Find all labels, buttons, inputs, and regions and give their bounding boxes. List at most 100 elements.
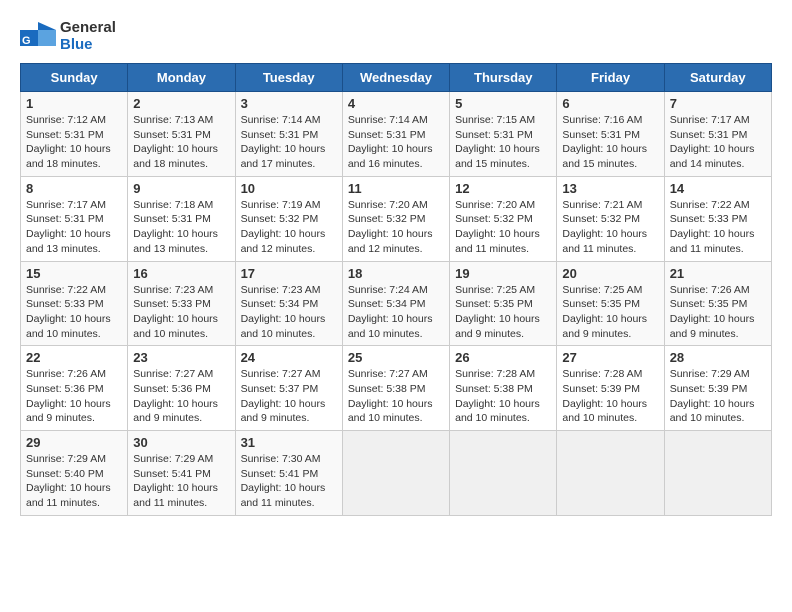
calendar-cell: 14 Sunrise: 7:22 AM Sunset: 5:33 PM Dayl… (664, 176, 771, 261)
calendar-table: SundayMondayTuesdayWednesdayThursdayFrid… (20, 63, 772, 516)
day-info: Sunrise: 7:22 AM Sunset: 5:33 PM Dayligh… (26, 283, 122, 342)
calendar-cell: 24 Sunrise: 7:27 AM Sunset: 5:37 PM Dayl… (235, 346, 342, 431)
day-info: Sunrise: 7:27 AM Sunset: 5:37 PM Dayligh… (241, 367, 337, 426)
calendar-cell: 11 Sunrise: 7:20 AM Sunset: 5:32 PM Dayl… (342, 176, 449, 261)
calendar-cell (450, 431, 557, 516)
logo: G General Blue (20, 20, 116, 53)
day-info: Sunrise: 7:26 AM Sunset: 5:36 PM Dayligh… (26, 367, 122, 426)
day-number: 7 (670, 96, 766, 111)
calendar-cell: 4 Sunrise: 7:14 AM Sunset: 5:31 PM Dayli… (342, 92, 449, 177)
day-number: 4 (348, 96, 444, 111)
day-number: 3 (241, 96, 337, 111)
logo-general: General (60, 20, 116, 37)
day-info: Sunrise: 7:19 AM Sunset: 5:32 PM Dayligh… (241, 198, 337, 257)
calendar-cell: 7 Sunrise: 7:17 AM Sunset: 5:31 PM Dayli… (664, 92, 771, 177)
day-info: Sunrise: 7:27 AM Sunset: 5:36 PM Dayligh… (133, 367, 229, 426)
day-number: 28 (670, 350, 766, 365)
day-number: 20 (562, 266, 658, 281)
calendar-cell: 27 Sunrise: 7:28 AM Sunset: 5:39 PM Dayl… (557, 346, 664, 431)
weekday-header-thursday: Thursday (450, 64, 557, 92)
calendar-cell: 23 Sunrise: 7:27 AM Sunset: 5:36 PM Dayl… (128, 346, 235, 431)
calendar-body: 1 Sunrise: 7:12 AM Sunset: 5:31 PM Dayli… (21, 92, 772, 516)
day-number: 25 (348, 350, 444, 365)
calendar-week-4: 22 Sunrise: 7:26 AM Sunset: 5:36 PM Dayl… (21, 346, 772, 431)
day-number: 30 (133, 435, 229, 450)
logo-icon: G (20, 22, 56, 52)
day-number: 2 (133, 96, 229, 111)
calendar-cell: 31 Sunrise: 7:30 AM Sunset: 5:41 PM Dayl… (235, 431, 342, 516)
day-number: 18 (348, 266, 444, 281)
calendar-cell: 2 Sunrise: 7:13 AM Sunset: 5:31 PM Dayli… (128, 92, 235, 177)
calendar-cell: 19 Sunrise: 7:25 AM Sunset: 5:35 PM Dayl… (450, 261, 557, 346)
day-number: 27 (562, 350, 658, 365)
weekday-header-monday: Monday (128, 64, 235, 92)
day-info: Sunrise: 7:29 AM Sunset: 5:41 PM Dayligh… (133, 452, 229, 511)
day-info: Sunrise: 7:23 AM Sunset: 5:34 PM Dayligh… (241, 283, 337, 342)
day-info: Sunrise: 7:22 AM Sunset: 5:33 PM Dayligh… (670, 198, 766, 257)
day-number: 15 (26, 266, 122, 281)
day-number: 22 (26, 350, 122, 365)
calendar-cell: 16 Sunrise: 7:23 AM Sunset: 5:33 PM Dayl… (128, 261, 235, 346)
calendar-cell: 25 Sunrise: 7:27 AM Sunset: 5:38 PM Dayl… (342, 346, 449, 431)
calendar-cell: 20 Sunrise: 7:25 AM Sunset: 5:35 PM Dayl… (557, 261, 664, 346)
day-number: 11 (348, 181, 444, 196)
calendar-week-1: 1 Sunrise: 7:12 AM Sunset: 5:31 PM Dayli… (21, 92, 772, 177)
calendar-cell: 29 Sunrise: 7:29 AM Sunset: 5:40 PM Dayl… (21, 431, 128, 516)
calendar-week-3: 15 Sunrise: 7:22 AM Sunset: 5:33 PM Dayl… (21, 261, 772, 346)
day-number: 13 (562, 181, 658, 196)
calendar-cell (664, 431, 771, 516)
day-info: Sunrise: 7:26 AM Sunset: 5:35 PM Dayligh… (670, 283, 766, 342)
weekday-header-friday: Friday (557, 64, 664, 92)
day-info: Sunrise: 7:17 AM Sunset: 5:31 PM Dayligh… (670, 113, 766, 172)
day-info: Sunrise: 7:30 AM Sunset: 5:41 PM Dayligh… (241, 452, 337, 511)
day-number: 31 (241, 435, 337, 450)
page-header: G General Blue (20, 20, 772, 53)
day-info: Sunrise: 7:23 AM Sunset: 5:33 PM Dayligh… (133, 283, 229, 342)
calendar-cell: 3 Sunrise: 7:14 AM Sunset: 5:31 PM Dayli… (235, 92, 342, 177)
calendar-cell: 17 Sunrise: 7:23 AM Sunset: 5:34 PM Dayl… (235, 261, 342, 346)
day-number: 5 (455, 96, 551, 111)
day-number: 8 (26, 181, 122, 196)
calendar-cell: 28 Sunrise: 7:29 AM Sunset: 5:39 PM Dayl… (664, 346, 771, 431)
day-number: 23 (133, 350, 229, 365)
calendar-cell: 15 Sunrise: 7:22 AM Sunset: 5:33 PM Dayl… (21, 261, 128, 346)
day-number: 26 (455, 350, 551, 365)
weekday-header-wednesday: Wednesday (342, 64, 449, 92)
calendar-cell: 5 Sunrise: 7:15 AM Sunset: 5:31 PM Dayli… (450, 92, 557, 177)
calendar-cell: 12 Sunrise: 7:20 AM Sunset: 5:32 PM Dayl… (450, 176, 557, 261)
day-info: Sunrise: 7:28 AM Sunset: 5:38 PM Dayligh… (455, 367, 551, 426)
day-info: Sunrise: 7:14 AM Sunset: 5:31 PM Dayligh… (241, 113, 337, 172)
day-info: Sunrise: 7:15 AM Sunset: 5:31 PM Dayligh… (455, 113, 551, 172)
calendar-cell: 18 Sunrise: 7:24 AM Sunset: 5:34 PM Dayl… (342, 261, 449, 346)
day-number: 9 (133, 181, 229, 196)
day-number: 21 (670, 266, 766, 281)
day-info: Sunrise: 7:18 AM Sunset: 5:31 PM Dayligh… (133, 198, 229, 257)
calendar-cell: 30 Sunrise: 7:29 AM Sunset: 5:41 PM Dayl… (128, 431, 235, 516)
day-number: 6 (562, 96, 658, 111)
weekday-header-sunday: Sunday (21, 64, 128, 92)
day-info: Sunrise: 7:20 AM Sunset: 5:32 PM Dayligh… (455, 198, 551, 257)
calendar-cell: 8 Sunrise: 7:17 AM Sunset: 5:31 PM Dayli… (21, 176, 128, 261)
day-info: Sunrise: 7:14 AM Sunset: 5:31 PM Dayligh… (348, 113, 444, 172)
day-info: Sunrise: 7:12 AM Sunset: 5:31 PM Dayligh… (26, 113, 122, 172)
calendar-cell: 21 Sunrise: 7:26 AM Sunset: 5:35 PM Dayl… (664, 261, 771, 346)
day-info: Sunrise: 7:16 AM Sunset: 5:31 PM Dayligh… (562, 113, 658, 172)
day-number: 29 (26, 435, 122, 450)
day-info: Sunrise: 7:13 AM Sunset: 5:31 PM Dayligh… (133, 113, 229, 172)
day-info: Sunrise: 7:24 AM Sunset: 5:34 PM Dayligh… (348, 283, 444, 342)
calendar-week-2: 8 Sunrise: 7:17 AM Sunset: 5:31 PM Dayli… (21, 176, 772, 261)
svg-text:G: G (22, 35, 31, 47)
calendar-cell: 13 Sunrise: 7:21 AM Sunset: 5:32 PM Dayl… (557, 176, 664, 261)
day-info: Sunrise: 7:20 AM Sunset: 5:32 PM Dayligh… (348, 198, 444, 257)
day-number: 10 (241, 181, 337, 196)
day-number: 1 (26, 96, 122, 111)
calendar-cell (557, 431, 664, 516)
day-info: Sunrise: 7:27 AM Sunset: 5:38 PM Dayligh… (348, 367, 444, 426)
calendar-week-5: 29 Sunrise: 7:29 AM Sunset: 5:40 PM Dayl… (21, 431, 772, 516)
day-number: 17 (241, 266, 337, 281)
calendar-cell: 1 Sunrise: 7:12 AM Sunset: 5:31 PM Dayli… (21, 92, 128, 177)
weekday-header-tuesday: Tuesday (235, 64, 342, 92)
day-number: 24 (241, 350, 337, 365)
weekday-header-saturday: Saturday (664, 64, 771, 92)
calendar-header-row: SundayMondayTuesdayWednesdayThursdayFrid… (21, 64, 772, 92)
